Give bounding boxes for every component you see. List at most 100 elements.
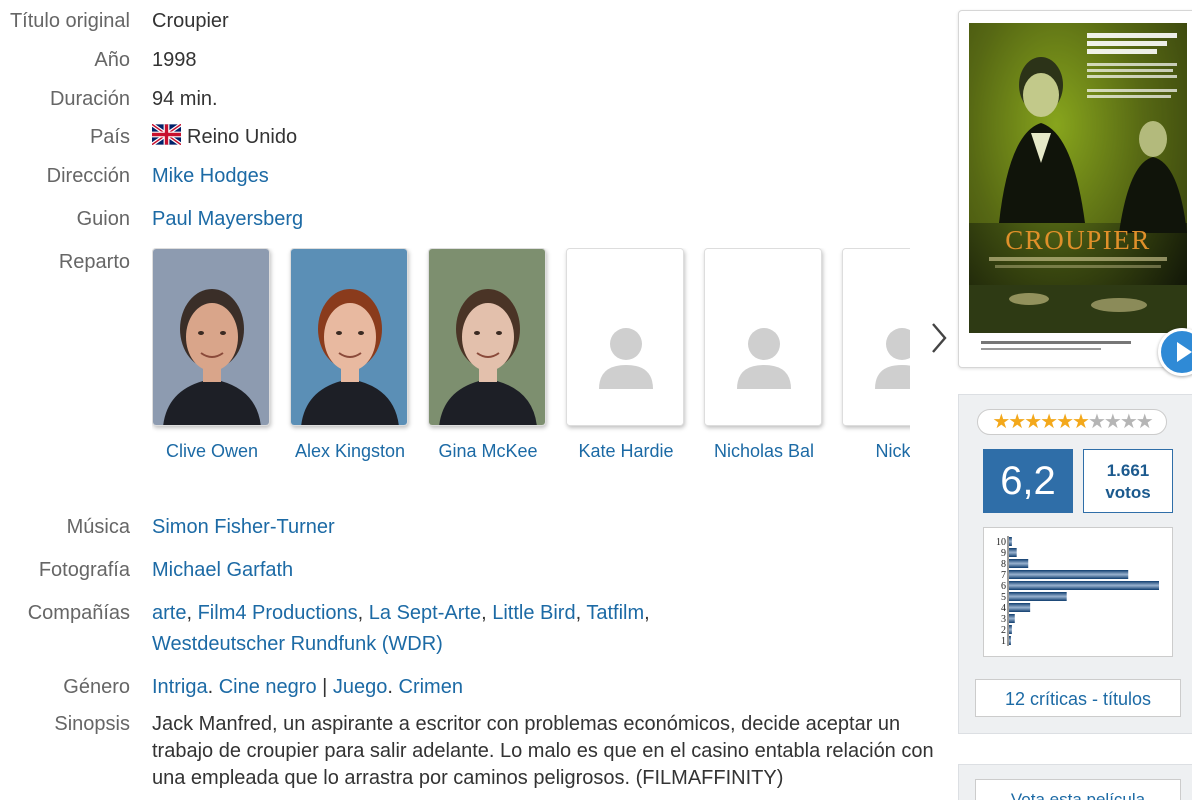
genre-link[interactable]: Juego [333,676,388,698]
company-link[interactable]: Westdeutscher Rundfunk (WDR) [152,633,443,655]
genre-separator: . [387,676,399,698]
histogram-label: 1 [1001,636,1006,647]
cast-card[interactable]: Nick R [842,248,910,462]
rating-panel: ★★★★★★★★★★ 6,2 1.661 votos 10 9 8 7 6 5 4 3 2 1 1… [958,394,1192,734]
label-country: País [89,126,130,148]
histogram-bar [1009,614,1015,623]
cast-photo-placeholder[interactable] [704,248,822,426]
movie-poster[interactable]: CROUPIER [969,23,1187,363]
actor-portrait [291,249,407,425]
label-synopsis: Sinopsis [54,713,130,735]
cast-name[interactable]: Clive Owen [152,441,282,462]
star-filled-icon: ★ [1008,411,1026,433]
histogram-bar [1009,570,1129,579]
histogram-chart: 10987654321 [996,536,1159,647]
genre-link[interactable]: Intriga [152,676,208,698]
star-rating: ★★★★★★★★★★ [977,409,1167,435]
music-link[interactable]: Simon Fisher-Turner [152,516,335,538]
vote-button[interactable]: Vota esta película [975,779,1181,800]
screenplay-link[interactable]: Paul Mayersberg [152,208,303,230]
cast-photo-placeholder[interactable] [842,248,910,426]
companies-list: arte, Film4 Productions, La Sept-Arte, L… [152,598,942,660]
histogram-label: 5 [1001,592,1006,603]
play-trailer-button[interactable] [1158,328,1192,376]
chevron-right-icon[interactable] [927,320,951,356]
star-empty-icon: ★ [1135,411,1154,433]
director-link[interactable]: Mike Hodges [152,165,269,187]
cast-name[interactable]: Nicholas Bal [694,441,834,462]
cast-card[interactable]: Kate Hardie [566,248,686,462]
cast-card[interactable]: Alex Kingston [290,248,410,462]
year: 1998 [152,49,197,71]
company-separator: , [357,602,369,624]
company-link[interactable]: Film4 Productions [198,602,358,624]
country-name: Reino Unido [187,126,298,148]
cinematography-link[interactable]: Michael Garfath [152,559,293,581]
votes-count[interactable]: 1.661 votos [1083,449,1173,513]
genre-link[interactable]: Crimen [399,676,463,698]
actor-portrait [429,249,545,425]
histogram-label: 7 [1001,570,1006,581]
company-separator: , [575,602,587,624]
genre-separator: | [316,676,333,698]
label-genre: Género [63,676,130,698]
label-companies: Compañías [27,602,130,624]
original-title: Croupier [152,10,229,32]
genre-separator: . [207,676,219,698]
cast-card[interactable]: Nicholas Bal [704,248,824,462]
histogram-bar [1009,636,1011,645]
star-filled-icon: ★ [1024,411,1042,433]
label-cast: Reparto [58,251,130,273]
critics-link[interactable]: 12 críticas - títulos [975,679,1181,717]
cast-photo[interactable] [152,248,270,426]
histogram-bar [1009,559,1029,568]
genre-link[interactable]: Cine negro [219,676,317,698]
label-cinematography: Fotografía [38,559,130,581]
company-link[interactable]: La Sept-Arte [369,602,481,624]
label-director: Dirección [46,165,130,187]
duration: 94 min. [152,88,218,110]
cast-photo[interactable] [428,248,546,426]
star-filled-icon: ★ [1072,411,1090,433]
cast-photo-placeholder[interactable] [566,248,684,426]
histogram-bar [1009,581,1159,590]
cast-photo[interactable] [290,248,408,426]
cast-card[interactable]: Gina McKee [428,248,548,462]
user-placeholder-icon [705,249,821,425]
average-rating: 6,2 [983,449,1073,513]
user-placeholder-icon [843,249,910,425]
cast-name[interactable]: Gina McKee [418,441,558,462]
histogram-label: 8 [1001,559,1006,570]
poster-card[interactable]: CROUPIER [958,10,1192,368]
cast-name[interactable]: Kate Hardie [556,441,696,462]
histogram-bar [1009,603,1031,612]
poster-art: CROUPIER [969,23,1187,363]
company-link[interactable]: arte [152,602,186,624]
cast-card[interactable]: Clive Owen [152,248,272,462]
histogram-label: 10 [996,537,1006,548]
company-separator: , [186,602,198,624]
user-placeholder-icon [567,249,683,425]
company-separator: , [644,602,650,624]
histogram-label: 6 [1001,581,1006,592]
rating-histogram: 10 9 8 7 6 5 4 3 2 1 [983,527,1173,657]
star-empty-icon: ★ [1087,411,1106,433]
histogram-label: 2 [1001,625,1006,636]
star-filled-icon: ★ [1056,411,1074,433]
label-music: Música [66,516,130,538]
label-duration: Duración [49,88,130,110]
star-filled-icon: ★ [992,411,1010,433]
country: Reino Unido [152,122,942,153]
actor-portrait [153,249,269,425]
star-empty-icon: ★ [1103,411,1122,433]
cast-name[interactable]: Alex Kingston [280,441,420,462]
company-link[interactable]: Tatfilm [586,602,644,624]
genre-list: Intriga. Cine negro | Juego. Crimen [152,672,942,703]
cast-name[interactable]: Nick R [832,441,911,462]
histogram-bar [1009,592,1067,601]
company-link[interactable]: Little Bird [492,602,575,624]
poster-title: CROUPIER [1005,225,1151,255]
label-screenplay: Guion [76,208,130,230]
star-filled-icon: ★ [1040,411,1058,433]
histogram-bar [1009,548,1017,557]
